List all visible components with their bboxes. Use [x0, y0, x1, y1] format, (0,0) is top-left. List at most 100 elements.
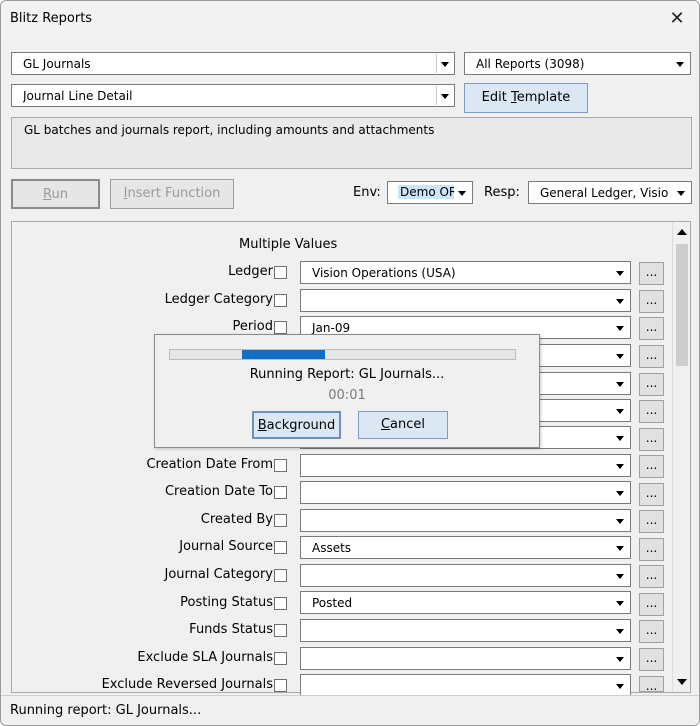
multiple-values-header: Multiple Values	[239, 237, 338, 252]
parameter-label: Journal Category	[164, 567, 273, 582]
chevron-down-icon[interactable]	[612, 456, 629, 475]
lov-button[interactable]: ...	[639, 620, 664, 643]
chevron-down-icon[interactable]	[612, 318, 629, 337]
lov-button[interactable]: ...	[639, 455, 664, 478]
cancel-button[interactable]: Cancel	[358, 411, 448, 439]
chevron-down-icon[interactable]	[454, 183, 471, 202]
resp-select[interactable]: General Ledger, Vision Op	[528, 181, 692, 204]
multiple-values-checkbox[interactable]	[274, 569, 287, 582]
parameter-label: Period	[232, 319, 273, 334]
parameter-value-select[interactable]	[300, 481, 631, 504]
multiple-values-checkbox[interactable]	[274, 486, 287, 499]
lov-button[interactable]: ...	[639, 510, 664, 533]
parameter-label: Posting Status	[180, 595, 273, 610]
parameter-label: Journal Source	[179, 539, 273, 554]
multiple-values-checkbox[interactable]	[274, 652, 287, 665]
chevron-down-icon[interactable]	[612, 401, 629, 420]
lov-button[interactable]: ...	[639, 400, 664, 423]
parameter-value-select[interactable]	[300, 674, 631, 697]
chevron-down-icon[interactable]	[612, 428, 629, 447]
multiple-values-checkbox[interactable]	[274, 266, 287, 279]
chevron-down-icon[interactable]	[612, 346, 629, 365]
lov-button[interactable]: ...	[639, 290, 664, 313]
chevron-down-icon[interactable]	[612, 374, 629, 393]
lov-button[interactable]: ...	[639, 262, 664, 285]
chevron-down-icon[interactable]	[612, 483, 629, 502]
parameter-value: Vision Operations (USA)	[312, 266, 456, 280]
chevron-down-icon[interactable]	[672, 54, 689, 73]
lov-button[interactable]: ...	[639, 593, 664, 616]
background-label-post: ackground	[266, 418, 336, 433]
lov-button[interactable]: ...	[639, 565, 664, 588]
category-select-value: All Reports (3098)	[476, 57, 585, 71]
multiple-values-checkbox[interactable]	[274, 624, 287, 637]
parameter-value-select[interactable]	[300, 289, 631, 312]
chevron-down-icon[interactable]	[612, 511, 629, 530]
env-select-value: Demo OR	[398, 185, 460, 199]
lov-button[interactable]: ...	[639, 483, 664, 506]
parameter-label: Funds Status	[189, 622, 273, 637]
chevron-down-icon[interactable]	[673, 183, 690, 202]
chevron-down-icon[interactable]	[612, 263, 629, 282]
multiple-values-checkbox[interactable]	[274, 294, 287, 307]
elapsed-time: 00:01	[328, 388, 366, 403]
resp-label: Resp:	[484, 185, 520, 200]
progress-fill	[242, 350, 326, 359]
multiple-values-checkbox[interactable]	[274, 541, 287, 554]
parameter-value-select[interactable]: Vision Operations (USA)	[300, 261, 631, 284]
multiple-values-checkbox[interactable]	[274, 459, 287, 472]
template-select[interactable]: Journal Line Detail	[11, 84, 455, 107]
report-select[interactable]: GL Journals	[11, 52, 455, 75]
env-select[interactable]: Demo OR	[387, 181, 473, 204]
close-icon[interactable]: ✕	[663, 6, 691, 34]
status-bar: Running report: GL Journals...	[1, 695, 699, 725]
multiple-values-checkbox[interactable]	[274, 679, 287, 692]
scroll-up-icon[interactable]	[675, 225, 689, 239]
edit-template-label-pre: Edit	[481, 90, 511, 105]
chevron-down-icon[interactable]	[612, 621, 629, 640]
lov-button[interactable]: ...	[639, 538, 664, 561]
edit-template-button[interactable]: Edit Template	[464, 83, 588, 113]
multiple-values-checkbox[interactable]	[274, 597, 287, 610]
insert-function-label-post: nsert Function	[127, 186, 221, 201]
insert-function-button[interactable]: Insert Function	[110, 179, 234, 209]
multiple-values-checkbox[interactable]	[274, 321, 287, 334]
parameter-label: Ledger Category	[164, 292, 273, 307]
lov-button[interactable]: ...	[639, 676, 664, 692]
edit-template-label-post: emplate	[516, 90, 571, 105]
parameter-value-select[interactable]	[300, 564, 631, 587]
parameter-value-select[interactable]: Posted	[300, 591, 631, 614]
lov-button[interactable]: ...	[639, 648, 664, 671]
lov-button[interactable]: ...	[639, 373, 664, 396]
chevron-down-icon[interactable]	[612, 538, 629, 557]
chevron-down-icon[interactable]	[612, 676, 629, 695]
run-button[interactable]: Run	[11, 179, 100, 209]
scrollbar-thumb[interactable]	[676, 244, 688, 366]
scroll-down-icon[interactable]	[675, 675, 689, 689]
title-bar: Blitz Reports ✕	[1, 1, 699, 39]
lov-button[interactable]: ...	[639, 428, 664, 451]
chevron-down-icon[interactable]	[612, 649, 629, 668]
chevron-down-icon[interactable]	[436, 54, 453, 73]
chevron-down-icon[interactable]	[612, 291, 629, 310]
cancel-label-post: ancel	[390, 417, 426, 432]
parameter-value-select[interactable]	[300, 647, 631, 670]
lov-button[interactable]: ...	[639, 317, 664, 340]
parameter-label: Creation Date From	[146, 457, 273, 472]
parameter-label: Created By	[200, 512, 273, 527]
parameter-value-select[interactable]	[300, 509, 631, 532]
parameter-value-select[interactable]	[300, 619, 631, 642]
parameter-value-select[interactable]	[300, 454, 631, 477]
lov-button[interactable]: ...	[639, 345, 664, 368]
parameter-value: Jan-09	[312, 321, 351, 335]
category-select[interactable]: All Reports (3098)	[464, 52, 691, 75]
chevron-down-icon[interactable]	[612, 593, 629, 612]
parameter-value-select[interactable]: Assets	[300, 536, 631, 559]
chevron-down-icon[interactable]	[436, 86, 453, 105]
chevron-down-icon[interactable]	[612, 566, 629, 585]
background-button[interactable]: Background	[252, 411, 341, 439]
window-title: Blitz Reports	[10, 11, 93, 26]
multiple-values-checkbox[interactable]	[274, 514, 287, 527]
vertical-scrollbar[interactable]	[672, 222, 690, 692]
parameter-value: Assets	[312, 541, 352, 555]
